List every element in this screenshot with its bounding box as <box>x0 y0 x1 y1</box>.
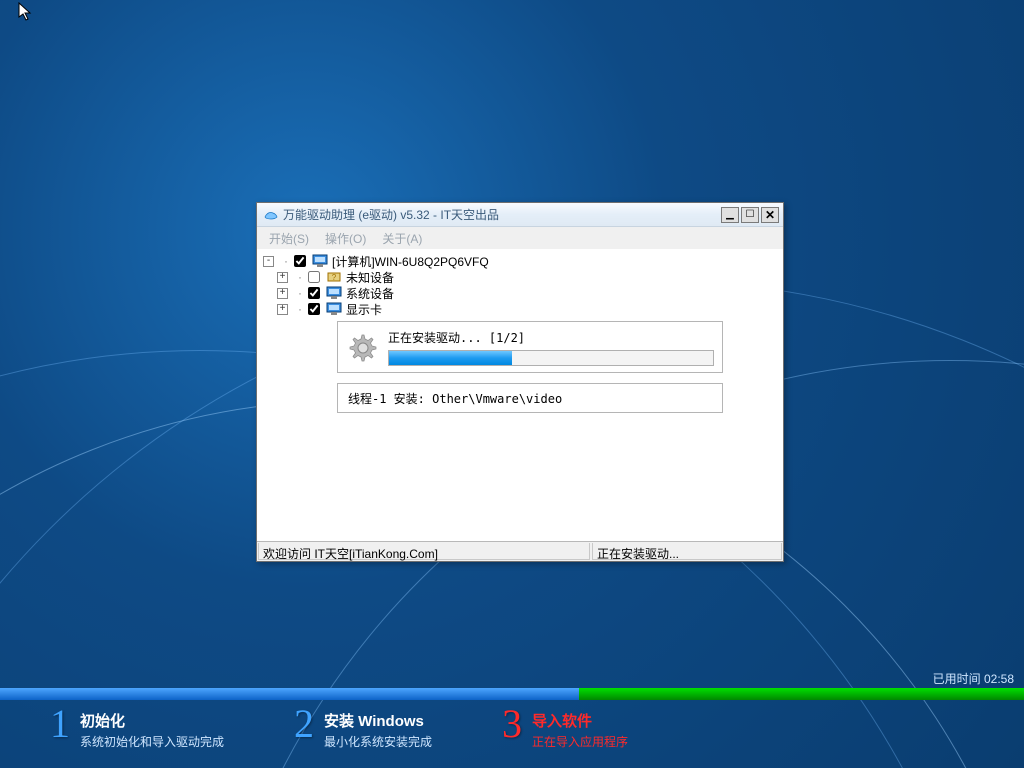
status-left: 欢迎访问 IT天空[iTianKong.Com] <box>258 543 590 560</box>
expand-toggle-icon[interactable]: + <box>277 272 288 283</box>
step-3: 3 导入软件 正在导入应用程序 <box>502 706 628 750</box>
titlebar[interactable]: 万能驱动助理 (e驱动) v5.32 - IT天空出品 ▁ ☐ ✕ <box>257 203 783 227</box>
menu-operate[interactable]: 操作(O) <box>317 228 374 249</box>
gear-icon <box>346 331 378 363</box>
expand-toggle-icon[interactable]: + <box>277 288 288 299</box>
expand-toggle-icon[interactable]: + <box>277 304 288 315</box>
step-subtitle: 最小化系统安装完成 <box>324 733 432 750</box>
close-button[interactable]: ✕ <box>761 207 779 223</box>
maximize-button[interactable]: ☐ <box>741 207 759 223</box>
tree-child-label: 未知设备 <box>346 269 394 286</box>
step-subtitle: 系统初始化和导入驱动完成 <box>80 733 224 750</box>
step-title: 安装 Windows <box>324 710 432 731</box>
mouse-cursor-icon <box>18 2 32 22</box>
tree-root-checkbox[interactable] <box>294 255 306 267</box>
minimize-button[interactable]: ▁ <box>721 207 739 223</box>
svg-text:?: ? <box>332 273 337 282</box>
tree-child-row[interactable]: + · 显示卡 <box>263 301 777 317</box>
menubar: 开始(S) 操作(O) 关于(A) <box>257 227 783 249</box>
tree-dotted-line: · <box>292 286 308 300</box>
computer-icon <box>312 254 328 268</box>
thread-status-panel: 线程-1 安装: Other\Vmware\video <box>337 383 723 413</box>
tree-dotted-line: · <box>292 302 308 316</box>
tree-dotted-line: · <box>292 270 308 284</box>
expand-toggle-icon[interactable]: - <box>263 256 274 267</box>
tree-child-checkbox[interactable] <box>308 303 320 315</box>
tree-root-row[interactable]: - · [计算机]WIN-6U8Q2PQ6VFQ <box>263 253 777 269</box>
driver-installer-window: 万能驱动助理 (e驱动) v5.32 - IT天空出品 ▁ ☐ ✕ 开始(S) … <box>256 202 784 562</box>
tree-child-label: 系统设备 <box>346 285 394 302</box>
tree-root-label: [计算机]WIN-6U8Q2PQ6VFQ <box>332 253 489 270</box>
app-icon <box>263 207 279 223</box>
step-1: 1 初始化 系统初始化和导入驱动完成 <box>50 706 224 750</box>
elapsed-time: 已用时间 02:58 <box>933 670 1014 687</box>
tree-child-checkbox[interactable] <box>308 287 320 299</box>
tree-dotted-line: · <box>278 254 294 268</box>
install-progress-panel: 正在安装驱动... [1/2] <box>337 321 723 373</box>
thread-status-text: 线程-1 安装: Other\Vmware\video <box>348 390 562 407</box>
tree-child-row[interactable]: + · ? 未知设备 <box>263 269 777 285</box>
step-number: 3 <box>502 706 522 742</box>
overall-progress-bar <box>0 688 1024 700</box>
step-2: 2 安装 Windows 最小化系统安装完成 <box>294 706 432 750</box>
system-device-icon <box>326 286 342 300</box>
status-right: 正在安装驱动... <box>592 543 782 560</box>
tree-child-label: 显示卡 <box>346 301 382 318</box>
device-tree: - · [计算机]WIN-6U8Q2PQ6VFQ + · ? 未知设备 + · … <box>257 249 783 313</box>
install-progress-bar <box>388 350 714 366</box>
display-adapter-icon <box>326 302 342 316</box>
menu-start[interactable]: 开始(S) <box>261 228 317 249</box>
install-status-text: 正在安装驱动... [1/2] <box>388 329 714 346</box>
unknown-device-icon: ? <box>326 270 342 284</box>
install-steps: 1 初始化 系统初始化和导入驱动完成 2 安装 Windows 最小化系统安装完… <box>50 706 628 750</box>
tree-child-checkbox[interactable] <box>308 271 320 283</box>
step-number: 2 <box>294 706 314 742</box>
step-number: 1 <box>50 706 70 742</box>
menu-about[interactable]: 关于(A) <box>374 228 430 249</box>
statusbar: 欢迎访问 IT天空[iTianKong.Com] 正在安装驱动... <box>257 541 783 561</box>
step-title: 初始化 <box>80 710 224 731</box>
step-subtitle: 正在导入应用程序 <box>532 733 628 750</box>
window-title: 万能驱动助理 (e驱动) v5.32 - IT天空出品 <box>283 206 719 223</box>
step-title: 导入软件 <box>532 710 628 731</box>
tree-child-row[interactable]: + · 系统设备 <box>263 285 777 301</box>
